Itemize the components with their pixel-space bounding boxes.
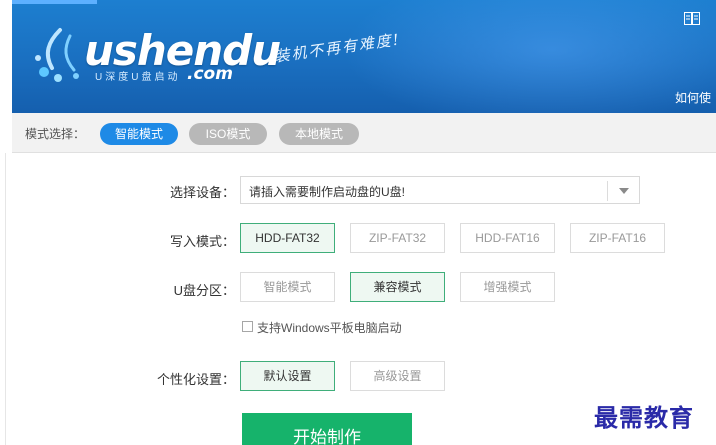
watermark: 最需教育 xyxy=(594,403,694,432)
device-label: 选择设备： xyxy=(169,185,235,200)
select-divider xyxy=(607,181,608,201)
partition-compat-option[interactable]: 兼容模式 xyxy=(350,272,445,302)
write-mode-hdd-fat16[interactable]: HDD-FAT16 xyxy=(460,223,555,253)
write-mode-zip-fat16[interactable]: ZIP-FAT16 xyxy=(570,223,665,253)
partition-smart-option[interactable]: 智能模式 xyxy=(240,272,335,302)
mode-bar: 模式选择： 智能模式 ISO模式 本地模式 xyxy=(12,113,716,153)
mode-iso-button[interactable]: ISO模式 xyxy=(189,123,267,145)
personalize-label: 个性化设置： xyxy=(156,372,235,387)
personalize-advanced-option[interactable]: 高级设置 xyxy=(350,361,445,391)
help-link[interactable]: 如何使 xyxy=(675,89,711,106)
chevron-down-icon[interactable] xyxy=(617,185,631,197)
write-mode-label: 写入模式： xyxy=(169,234,235,249)
logo-swirl-icon xyxy=(35,28,79,82)
content-border xyxy=(5,153,6,445)
book-icon[interactable] xyxy=(684,12,700,25)
start-button[interactable]: 开始制作 xyxy=(242,413,412,445)
partition-enhanced-option[interactable]: 增强模式 xyxy=(460,272,555,302)
windows-tablet-checkbox[interactable] xyxy=(242,321,253,332)
personalize-default-option[interactable]: 默认设置 xyxy=(240,361,335,391)
partition-label: U盘分区： xyxy=(173,283,235,298)
banner-glow xyxy=(342,0,716,113)
device-select-value: 请插入需要制作启动盘的U盘! xyxy=(249,185,406,199)
header-banner: ushendu U深度U盘启动 .com 装机不再有难度! 如何使 xyxy=(12,0,716,113)
mode-local-button[interactable]: 本地模式 xyxy=(279,123,359,145)
device-select[interactable]: 请插入需要制作启动盘的U盘! xyxy=(240,176,640,204)
windows-tablet-label: 支持Windows平板电脑启动 xyxy=(257,321,402,335)
active-tab-indicator xyxy=(12,0,97,4)
mode-bar-label: 模式选择： xyxy=(25,127,86,141)
logo-domain: .com xyxy=(187,64,233,84)
logo-subtitle: U深度U盘启动 xyxy=(95,72,181,83)
write-mode-hdd-fat32[interactable]: HDD-FAT32 xyxy=(240,223,335,253)
mode-smart-button[interactable]: 智能模式 xyxy=(100,123,178,145)
write-mode-zip-fat32[interactable]: ZIP-FAT32 xyxy=(350,223,445,253)
